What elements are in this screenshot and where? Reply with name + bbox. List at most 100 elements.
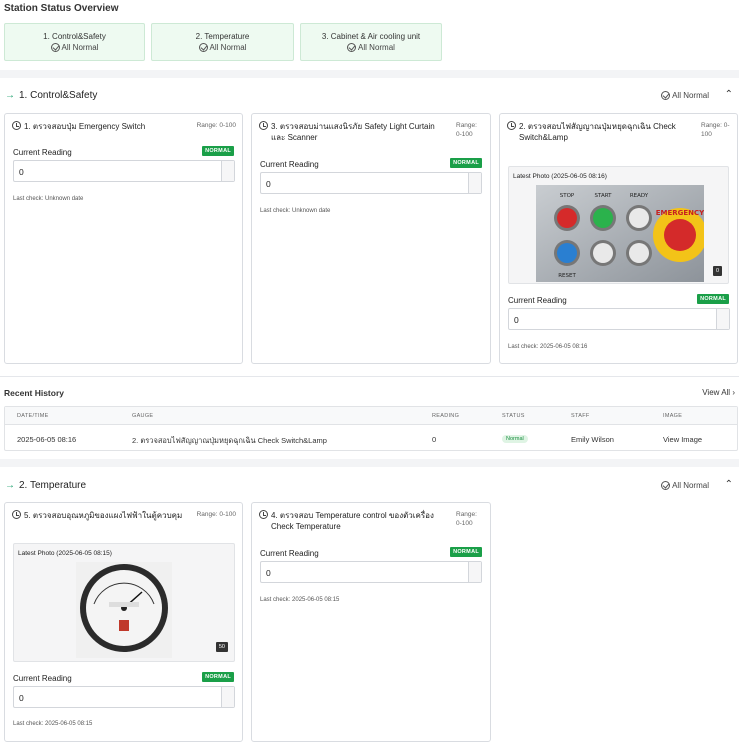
reading-value: 0 xyxy=(266,179,271,189)
view-all-label: View All xyxy=(702,388,731,397)
status-badge: NORMAL xyxy=(202,146,234,156)
gauge-title: 3. ตรวจสอบม่านแสงนิรภัย Safety Light Cur… xyxy=(271,122,435,142)
clock-icon xyxy=(12,121,21,130)
reading-value: 0 xyxy=(266,568,271,578)
gauge-card-switch-lamp: 2. ตรวจสอบไฟสัญญาณปุ่มหยุดฉุกเฉิน Check … xyxy=(499,113,738,364)
status-pill: Normal xyxy=(502,435,528,443)
check-circle-icon xyxy=(661,91,671,100)
photo-label: Latest Photo (2025-06-05 08:16) xyxy=(513,173,607,180)
pressure-gauge-photo xyxy=(76,562,172,658)
history-title: Recent History xyxy=(4,388,64,398)
col-image: IMAGE xyxy=(663,413,683,419)
summary-card-cabinet[interactable]: 3. Cabinet & Air cooling unit All Normal xyxy=(300,23,442,61)
status-badge: NORMAL xyxy=(202,672,234,682)
chevron-right-icon: › xyxy=(732,388,735,397)
section-status: All Normal xyxy=(672,481,709,490)
number-spinner[interactable] xyxy=(468,562,481,582)
chevron-up-icon[interactable]: ⌃ xyxy=(725,479,733,490)
number-spinner[interactable] xyxy=(468,173,481,193)
reading-label: Current Reading xyxy=(13,674,72,683)
view-all-link[interactable]: View All › xyxy=(702,388,735,397)
last-check: Last check: Unknown date xyxy=(260,208,331,214)
last-check: Last check: Unknown date xyxy=(13,196,84,202)
gauge-range: Range: 0-100 xyxy=(196,511,236,518)
section-header-temperature[interactable]: → 2. Temperature All Normal ⌃ xyxy=(0,477,739,497)
photo-count: 0 xyxy=(712,266,722,276)
summary-card-temperature[interactable]: 2. Temperature All Normal xyxy=(151,23,294,61)
section-title: 1. Control&Safety xyxy=(19,90,98,101)
gauge-title: 4. ตรวจสอบ Temperature control ของตัวเคร… xyxy=(271,511,434,531)
cell-gauge: 2. ตรวจสอบไฟสัญญาณปุ่มหยุดฉุกเฉิน Check … xyxy=(132,436,327,445)
reading-label: Current Reading xyxy=(13,148,72,157)
clock-icon xyxy=(507,121,516,130)
reading-value: 0 xyxy=(514,315,519,325)
reading-input[interactable]: 0 xyxy=(260,172,482,194)
last-check: Last check: 2025-06-05 08:16 xyxy=(508,344,588,350)
summary-name: 3. Cabinet & Air cooling unit xyxy=(321,32,421,41)
clock-icon xyxy=(12,510,21,519)
start-text: START xyxy=(595,193,613,199)
cell-reading: 0 xyxy=(432,435,437,444)
reading-input[interactable]: 0 xyxy=(260,561,482,583)
enter-arrow-icon: → xyxy=(5,90,15,101)
summary-name: 2. Temperature xyxy=(195,32,250,41)
gauge-range: Range: 0-100 xyxy=(456,122,477,138)
col-status: STATUS xyxy=(502,413,525,419)
summary-card-control-safety[interactable]: 1. Control&Safety All Normal xyxy=(4,23,145,61)
last-check: Last check: 2025-06-05 08:15 xyxy=(260,597,340,603)
last-check: Last check: 2025-06-05 08:15 xyxy=(13,721,93,727)
clock-icon xyxy=(259,510,268,519)
number-spinner[interactable] xyxy=(221,687,234,707)
gauge-card-panel-temperature: 5. ตรวจสอบอุณหภูมิของแผงไฟฟ้าในตู้ควบคุม… xyxy=(4,502,243,742)
status-badge: NORMAL xyxy=(697,294,729,304)
emergency-text: EMERGENCY xyxy=(656,209,704,217)
section-status: All Normal xyxy=(672,91,709,100)
reading-value: 0 xyxy=(19,693,24,703)
ready-text: READY xyxy=(630,193,649,199)
gauge-card-light-curtain: 3. ตรวจสอบม่านแสงนิรภัย Safety Light Cur… xyxy=(251,113,491,364)
enter-arrow-icon: → xyxy=(5,480,15,491)
latest-photo[interactable]: Latest Photo (2025-06-05 08:16) STOP STA… xyxy=(508,166,729,284)
reading-label: Current Reading xyxy=(260,160,319,169)
latest-photo[interactable]: Latest Photo (2025-06-05 08:15) 50 xyxy=(13,543,235,662)
gauge-range: Range: 0-100 xyxy=(456,511,477,527)
view-image-link[interactable]: View Image xyxy=(663,435,702,444)
reading-label: Current Reading xyxy=(508,296,567,305)
table-header: DATE/TIME GAUGE READING STATUS STAFF IMA… xyxy=(5,407,737,425)
gauge-title: 2. ตรวจสอบไฟสัญญาณปุ่มหยุดฉุกเฉิน Check … xyxy=(519,122,676,142)
status-badge: NORMAL xyxy=(450,158,482,168)
summary-status: All Normal xyxy=(358,43,395,52)
reading-input[interactable]: 0 xyxy=(13,686,235,708)
divider xyxy=(0,459,739,467)
chevron-up-icon[interactable]: ⌃ xyxy=(725,89,733,100)
stop-text: STOP xyxy=(560,193,575,199)
col-reading: READING xyxy=(432,413,460,419)
reading-input[interactable]: 0 xyxy=(13,160,235,182)
reading-input[interactable]: 0 xyxy=(508,308,730,330)
history-table: DATE/TIME GAUGE READING STATUS STAFF IMA… xyxy=(4,406,738,451)
check-circle-icon xyxy=(50,43,60,52)
gauge-range: Range: 0-100 xyxy=(196,122,236,129)
cell-staff: Emily Wilson xyxy=(571,435,614,444)
clock-icon xyxy=(259,121,268,130)
section-header-control-safety[interactable]: → 1. Control&Safety All Normal ⌃ xyxy=(0,87,739,107)
number-spinner[interactable] xyxy=(716,309,729,329)
col-staff: STAFF xyxy=(571,413,590,419)
number-spinner[interactable] xyxy=(221,161,234,181)
section-title: 2. Temperature xyxy=(19,480,87,491)
check-circle-icon xyxy=(661,481,671,490)
gauge-card-emergency-switch: 1. ตรวจสอบปุ่ม Emergency Switch Range: 0… xyxy=(4,113,243,364)
reset-text: RESET xyxy=(558,273,576,279)
gauge-range: Range: 0-100 xyxy=(701,122,730,138)
status-badge: NORMAL xyxy=(450,547,482,557)
photo-label: Latest Photo (2025-06-05 08:15) xyxy=(18,550,112,557)
summary-status: All Normal xyxy=(209,43,247,52)
summary-name: 1. Control&Safety xyxy=(43,32,106,41)
check-circle-icon xyxy=(198,43,208,52)
summary-status: All Normal xyxy=(61,43,99,52)
reading-value: 0 xyxy=(19,167,24,177)
col-gauge: GAUGE xyxy=(132,413,154,419)
check-circle-icon xyxy=(347,43,357,52)
col-datetime: DATE/TIME xyxy=(17,413,49,419)
cell-datetime: 2025-06-05 08:16 xyxy=(17,435,77,444)
